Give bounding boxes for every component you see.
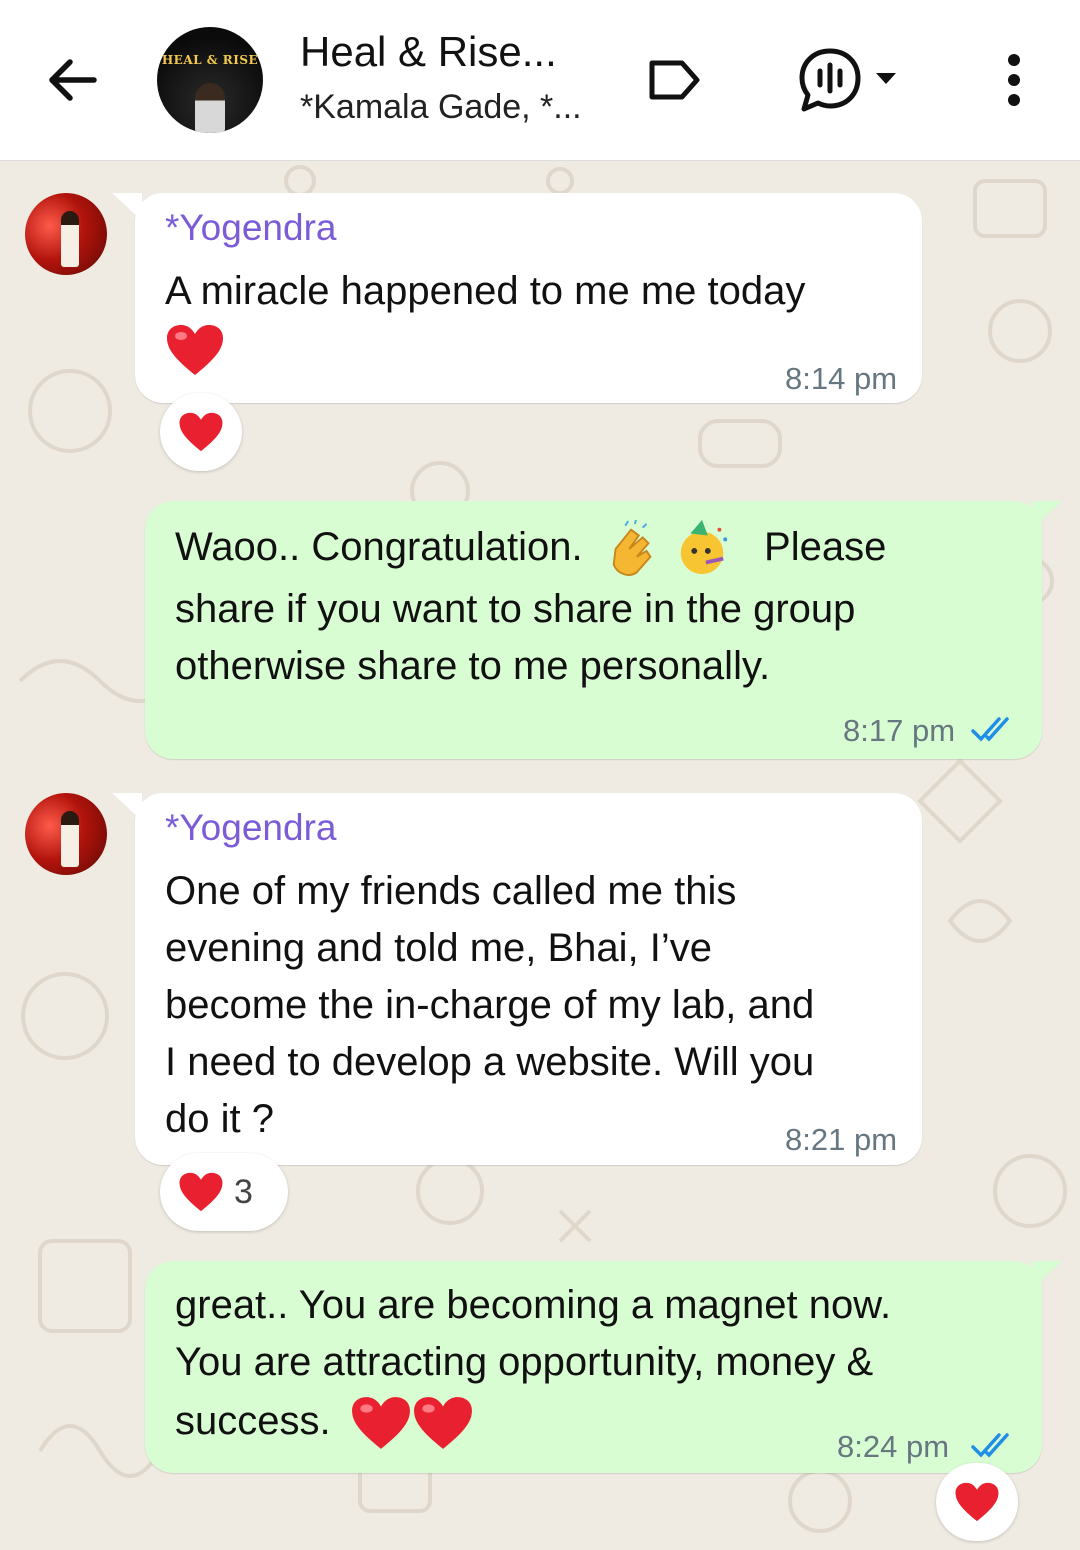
back-arrow-icon[interactable]: [40, 48, 104, 112]
more-vertical-icon[interactable]: [996, 50, 1032, 110]
message-text-line: otherwise share to me personally.: [175, 644, 771, 688]
message-time: 8:24 pm: [837, 1429, 950, 1464]
avatar-figure: [61, 211, 79, 267]
message-text-part: Please: [764, 525, 887, 569]
message-text-line: great.. You are becoming a magnet now.: [175, 1283, 892, 1327]
sender-avatar[interactable]: [25, 793, 107, 875]
heart-emoji: [351, 1397, 410, 1450]
reaction-badge[interactable]: 3: [160, 1153, 288, 1231]
message-text-line: evening and told me, Bhai, I’ve: [165, 926, 713, 970]
message-bubble-incoming[interactable]: *Yogendra One of my friends called me th…: [135, 793, 922, 1165]
sender-name[interactable]: *Yogendra: [165, 807, 336, 849]
sender-avatar[interactable]: [25, 193, 107, 275]
reaction-count: 3: [234, 1172, 253, 1211]
reaction-badge[interactable]: [936, 1463, 1018, 1541]
message-time: 8:14 pm: [785, 361, 898, 396]
message-text: A miracle happened to me me today: [165, 269, 806, 313]
double-check-icon: [971, 1433, 1009, 1458]
label-icon[interactable]: [644, 55, 704, 105]
group-avatar-person: [195, 83, 225, 133]
group-avatar-logo: HEAL & RISE: [161, 53, 259, 67]
message-text-part: Waoo.. Congratulation.: [175, 525, 583, 569]
chat-area[interactable]: *Yogendra A miracle happened to me me to…: [0, 161, 1080, 1550]
party-face-emoji: [680, 520, 728, 575]
message-text-line: success.: [175, 1393, 474, 1451]
bubble-tail: [1032, 1261, 1062, 1289]
avatar-figure: [61, 811, 79, 867]
message-bubble-outgoing[interactable]: Waoo.. Congratulation. Please share if y…: [145, 501, 1042, 759]
heart-emoji: [179, 1172, 223, 1212]
message-text-line: Waoo.. Congratulation. Please: [175, 519, 886, 578]
message-text-part: success.: [175, 1399, 331, 1443]
chevron-down-icon: [876, 73, 896, 84]
message-time: 8:21 pm: [785, 1122, 898, 1157]
double-check-icon: [971, 717, 1009, 742]
message-bubble-outgoing[interactable]: great.. You are becoming a magnet now. Y…: [145, 1261, 1042, 1473]
chat-header: HEAL & RISE Heal & Rise... *Kamala Gade,…: [0, 0, 1080, 161]
message-text-line: One of my friends called me this: [165, 869, 737, 913]
message-text-line: share if you want to share in the group: [175, 587, 856, 631]
reaction-badge[interactable]: [160, 393, 242, 471]
message-text-line: I need to develop a website. Will you: [165, 1040, 815, 1084]
sender-name[interactable]: *Yogendra: [165, 207, 336, 249]
clapping-hands-emoji: [612, 520, 652, 577]
bubble-tail: [1032, 501, 1062, 529]
chat-subtitle[interactable]: *Kamala Gade, *...: [300, 88, 582, 127]
heart-emoji: [179, 412, 223, 452]
chat-title[interactable]: Heal & Rise...: [300, 28, 557, 76]
message-text-line: do it ?: [165, 1097, 274, 1141]
heart-emoji: [955, 1482, 999, 1522]
voice-chat-icon[interactable]: [796, 45, 906, 115]
group-avatar[interactable]: HEAL & RISE: [157, 27, 263, 133]
heart-emoji: [167, 325, 223, 375]
message-text-line: You are attracting opportunity, money &: [175, 1340, 874, 1384]
message-time: 8:17 pm: [843, 713, 956, 748]
heart-emoji: [413, 1397, 472, 1450]
message-text-line: become the in-charge of my lab, and: [165, 983, 815, 1027]
message-bubble-incoming[interactable]: *Yogendra A miracle happened to me me to…: [135, 193, 922, 403]
